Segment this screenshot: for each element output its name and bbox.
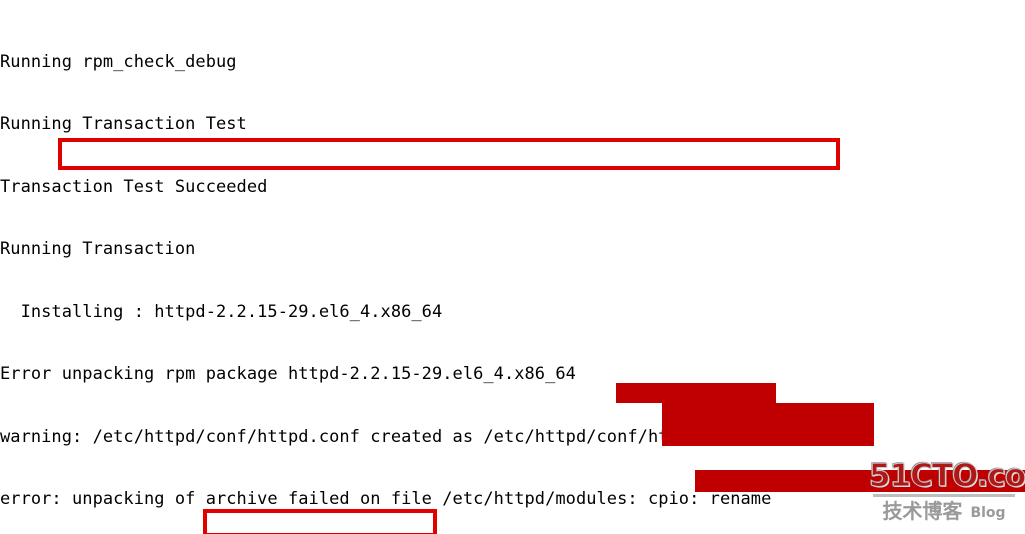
output-line: Running Transaction Test xyxy=(0,114,247,135)
output-line: Error unpacking rpm package httpd-2.2.15… xyxy=(0,364,576,385)
watermark-divider xyxy=(873,494,1015,497)
watermark-subtitle-cn: 技术博客 xyxy=(882,499,963,523)
terminal-output: Running rpm_check_debug Running Transact… xyxy=(0,0,1025,534)
watermark-subtitle-en: Blog xyxy=(970,505,1006,521)
output-line: Running rpm_check_debug xyxy=(0,51,237,72)
watermark-subtitle: 技术博客 Blog xyxy=(869,500,1019,522)
output-line: Running Transaction xyxy=(0,239,196,260)
output-line: Installing : httpd-2.2.15-29.el6_4.x86_6… xyxy=(0,301,443,322)
watermark: 51CTO.com 技术博客 Blog xyxy=(869,458,1025,526)
annotation-box-error-message xyxy=(58,138,840,170)
redaction-block-logs1-target xyxy=(662,403,874,424)
redaction-block-logs2-target xyxy=(662,424,874,446)
output-line: Transaction Test Succeeded xyxy=(0,176,268,197)
redaction-block-logs-target xyxy=(616,383,776,403)
terminal-window[interactable]: Running rpm_check_debug Running Transact… xyxy=(0,0,1025,534)
watermark-site: 51CTO.com xyxy=(869,458,1025,494)
annotation-box-mv-command xyxy=(203,509,437,534)
